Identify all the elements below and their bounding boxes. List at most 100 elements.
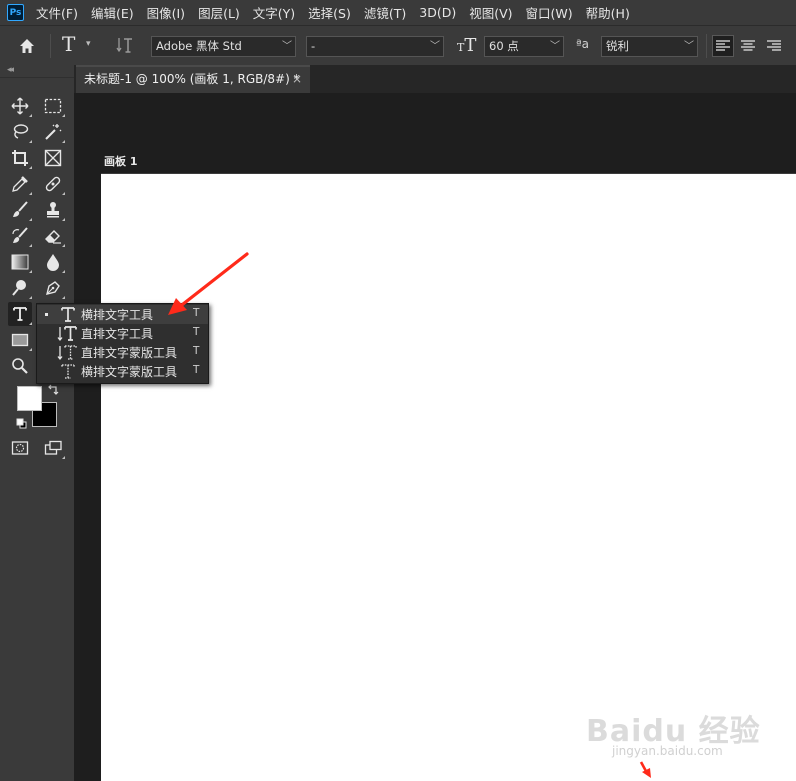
home-icon[interactable] — [18, 37, 36, 55]
tool-group-indicator — [62, 296, 65, 299]
menu-3d[interactable]: 3D(D) — [419, 5, 456, 20]
menu-file[interactable]: 文件(F) — [36, 3, 78, 22]
font-family-select[interactable]: Adobe 黑体 Std ﹀ — [151, 36, 296, 57]
menu-bar: Ps 文件(F) 编辑(E) 图像(I) 图层(L) 文字(Y) 选择(S) 滤… — [0, 0, 796, 25]
screen-mode-icon — [44, 440, 62, 455]
eraser-tool[interactable] — [41, 224, 65, 248]
pen-icon — [46, 281, 60, 295]
menu-edit[interactable]: 编辑(E) — [91, 3, 134, 22]
menu-filter[interactable]: 滤镜(T) — [364, 3, 406, 22]
font-family-value: Adobe 黑体 Std — [156, 39, 242, 53]
flyout-item-label: 横排文字工具 — [81, 308, 154, 322]
default-colors-icon[interactable] — [16, 418, 27, 429]
flyout-item-label: 横排文字蒙版工具 — [81, 365, 178, 379]
brush-icon — [13, 201, 28, 217]
flyout-item-horizontal-type-mask[interactable]: 横排文字蒙版工具 T — [37, 362, 208, 381]
align-center-button[interactable] — [737, 35, 759, 57]
type-tool[interactable] — [8, 302, 32, 326]
align-left-button[interactable] — [712, 35, 734, 57]
tool-group-indicator — [29, 348, 32, 351]
lasso-tool[interactable] — [8, 120, 32, 144]
swap-colors-icon[interactable] — [47, 384, 59, 396]
menu-image[interactable]: 图像(I) — [147, 3, 185, 22]
divider — [50, 34, 51, 58]
quick-mask-tool[interactable] — [8, 436, 32, 460]
align-left-icon — [716, 40, 730, 51]
toggle-text-orientation-icon[interactable] — [116, 35, 134, 55]
tool-group-indicator — [62, 456, 65, 459]
menu-window[interactable]: 窗口(W) — [526, 3, 573, 22]
shortcut-key: T — [193, 326, 200, 338]
brush-tool[interactable] — [8, 198, 32, 222]
history-brush-icon — [12, 227, 28, 243]
flyout-item-vertical-type[interactable]: 直排文字工具 T — [37, 324, 208, 343]
flyout-item-vertical-type-mask[interactable]: 直排文字蒙版工具 T — [37, 343, 208, 362]
panel-grip[interactable] — [0, 77, 74, 85]
dodge-icon — [12, 280, 26, 296]
eyedropper-tool[interactable] — [8, 172, 32, 196]
tool-group-indicator — [62, 244, 65, 247]
gradient-tool[interactable] — [8, 250, 32, 274]
rectangular-marquee-tool[interactable] — [41, 94, 65, 118]
crop-icon — [12, 150, 28, 166]
move-tool[interactable] — [8, 94, 32, 118]
tool-group-indicator — [62, 270, 65, 273]
type-icon — [13, 307, 27, 321]
antialias-icon: ªa — [576, 37, 590, 51]
watermark-url: jingyan.baidu.com — [612, 744, 723, 758]
spot-healing-brush-tool[interactable] — [41, 172, 65, 196]
tool-group-indicator — [29, 322, 32, 325]
pen-tool[interactable] — [41, 276, 65, 300]
chevron-down-icon: ﹀ — [430, 41, 440, 52]
align-right-button[interactable] — [763, 35, 785, 57]
dodge-tool[interactable] — [8, 276, 32, 300]
divider — [706, 34, 707, 58]
antialias-select[interactable]: 锐利 ﹀ — [601, 36, 698, 57]
menu-select[interactable]: 选择(S) — [308, 3, 351, 22]
font-size-select[interactable]: 60 点 ﹀ — [484, 36, 564, 57]
annotation-arrow — [168, 252, 249, 315]
frame-icon — [44, 149, 62, 167]
menu-layer[interactable]: 图层(L) — [198, 3, 240, 22]
water-drop-icon — [47, 254, 59, 271]
eraser-icon — [45, 230, 61, 244]
document-tab-title: 未标题-1 @ 100% (画板 1, RGB/8#) * — [84, 72, 300, 86]
font-style-value: - — [311, 39, 316, 53]
tool-group-indicator — [29, 140, 32, 143]
menu-help[interactable]: 帮助(H) — [586, 3, 630, 22]
bandage-icon — [45, 176, 61, 192]
tool-group-indicator — [29, 270, 32, 273]
clone-stamp-tool[interactable] — [41, 198, 65, 222]
align-right-icon — [767, 40, 781, 51]
frame-tool[interactable] — [41, 146, 65, 170]
magic-wand-icon — [45, 124, 62, 140]
tool-group-indicator — [29, 244, 32, 247]
zoom-tool[interactable] — [8, 354, 32, 378]
blur-tool[interactable] — [41, 250, 65, 274]
chevron-down-icon[interactable]: ▾ — [86, 39, 91, 49]
foreground-color-swatch[interactable] — [17, 386, 42, 411]
close-icon[interactable]: × — [292, 67, 302, 92]
menu-view[interactable]: 视图(V) — [469, 3, 512, 22]
menu-type[interactable]: 文字(Y) — [253, 3, 295, 22]
tool-group-indicator — [29, 296, 32, 299]
artboard-label[interactable]: 画板 1 — [104, 153, 137, 169]
magic-wand-tool[interactable] — [41, 120, 65, 144]
stamp-icon — [47, 202, 59, 218]
rectangle-tool[interactable] — [8, 328, 32, 352]
crop-tool[interactable] — [8, 146, 32, 170]
collapse-panel-icon[interactable]: ◂◂ — [7, 65, 14, 75]
magnifier-icon — [12, 358, 28, 374]
move-icon — [11, 97, 29, 115]
quick-mask-icon — [11, 441, 29, 455]
type-tool-preset-icon[interactable]: T — [62, 32, 75, 56]
horizontal-type-icon — [61, 307, 75, 322]
screen-mode-tool[interactable] — [41, 436, 65, 460]
history-brush-tool[interactable] — [8, 224, 32, 248]
shortcut-key: T — [193, 345, 200, 357]
document-tab[interactable]: 未标题-1 @ 100% (画板 1, RGB/8#) * × — [76, 65, 310, 93]
font-style-select[interactable]: - ﹀ — [306, 36, 444, 57]
antialias-value: 锐利 — [606, 39, 629, 53]
horizontal-type-mask-icon — [61, 364, 75, 379]
shortcut-key: T — [193, 364, 200, 376]
